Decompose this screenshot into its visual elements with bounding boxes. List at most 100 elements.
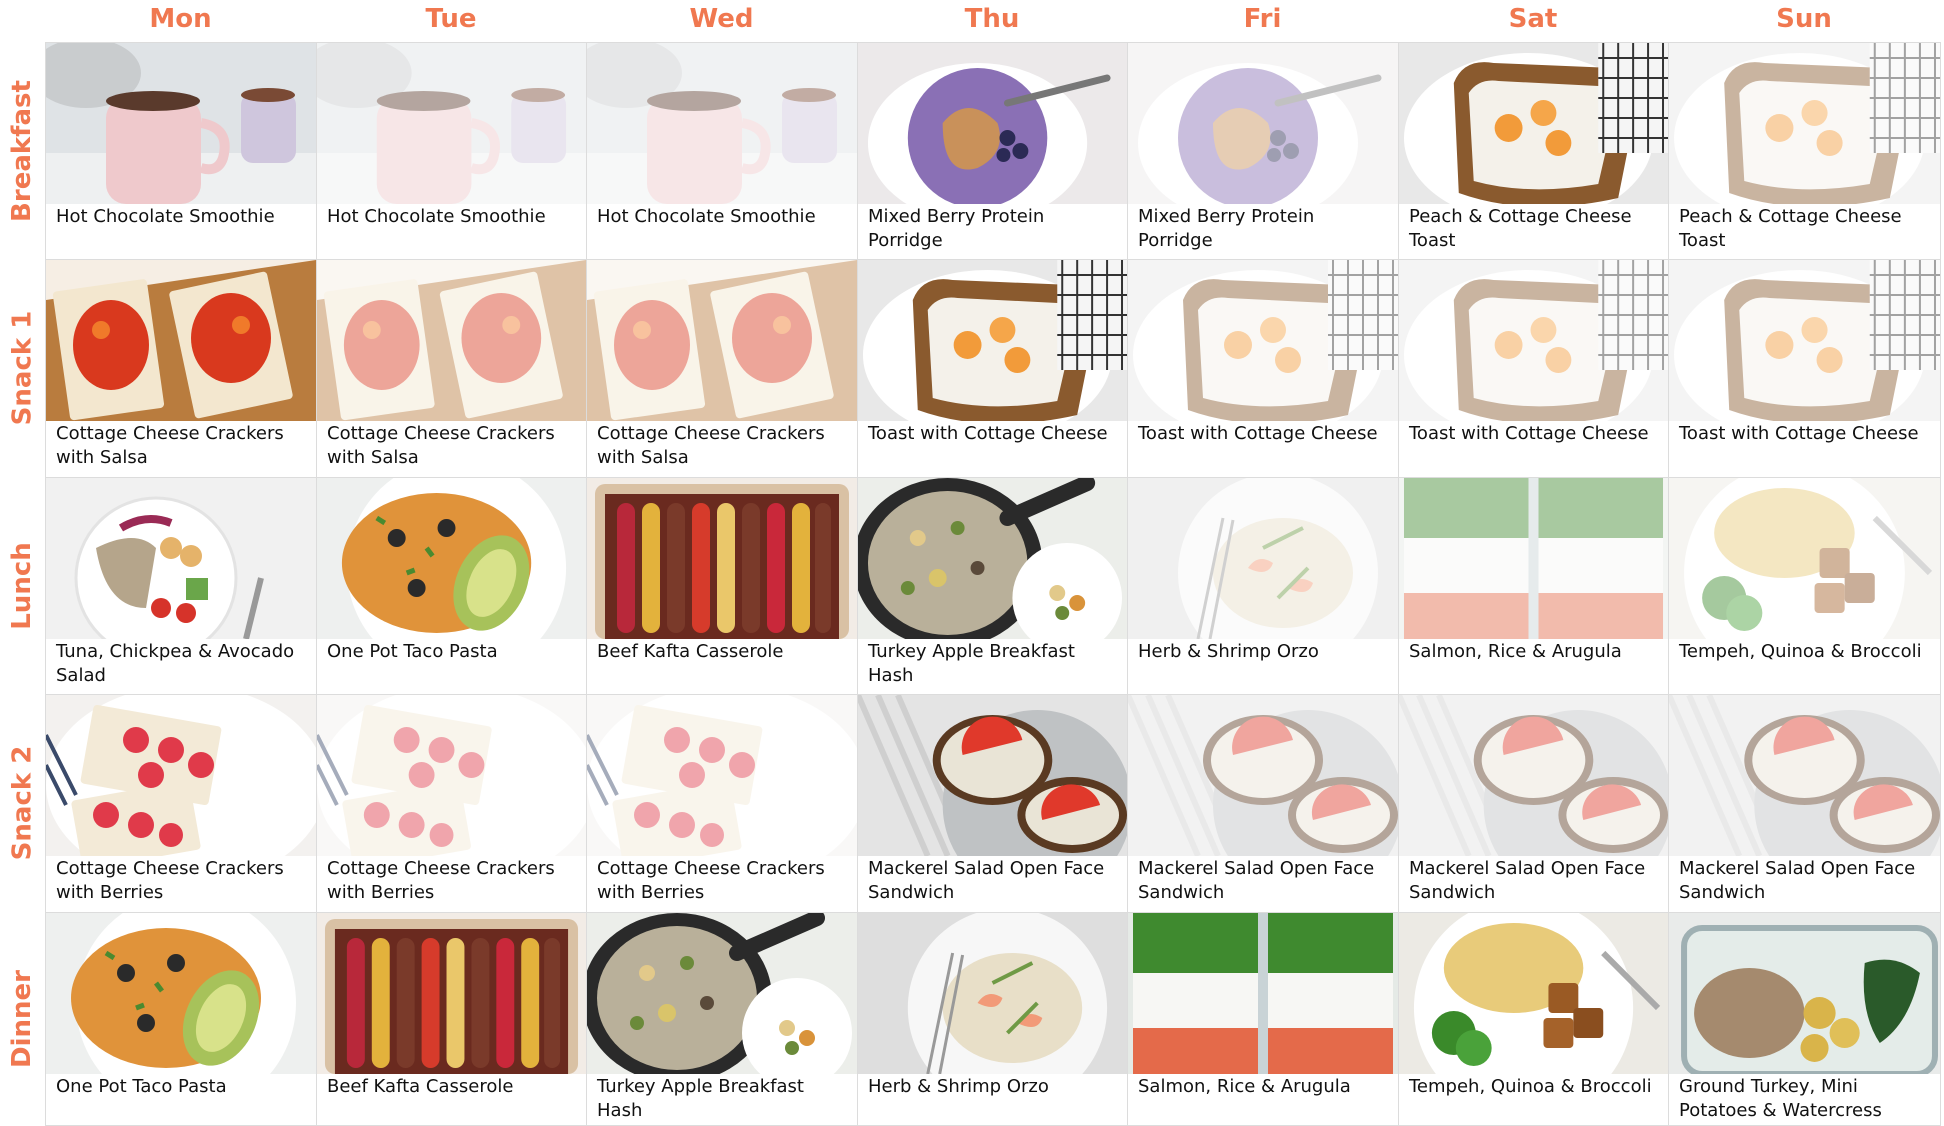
meal-title: Peach & Cottage Cheese Toast: [1409, 206, 1632, 251]
toast-icon: [1128, 260, 1398, 421]
meal-title: Hot Chocolate Smoothie: [56, 206, 275, 227]
meal-title: Mackerel Salad Open Face Sandwich: [1138, 858, 1375, 903]
meal-card[interactable]: One Pot Taco Pasta: [45, 912, 317, 1126]
meal-label-snack-1: Snack 1: [0, 259, 44, 477]
open-sandwich-icon: [1669, 695, 1940, 856]
orzo-plate-icon: [1128, 478, 1398, 639]
meal-card[interactable]: Turkey Apple Breakfast Hash: [586, 912, 858, 1126]
meal-prep-icon: [1128, 913, 1398, 1074]
meal-card[interactable]: Herb & Shrimp Orzo: [857, 912, 1128, 1126]
meal-card[interactable]: Herb & Shrimp Orzo: [1127, 477, 1399, 695]
toast-icon: [1399, 260, 1668, 421]
open-sandwich-icon: [858, 695, 1127, 856]
open-sandwich-icon: [1128, 695, 1398, 856]
berry-crackers-icon: [317, 695, 586, 856]
meal-title: Salmon, Rice & Arugula: [1409, 641, 1622, 662]
meal-card[interactable]: Cottage Cheese Crackers with Berries: [316, 694, 587, 913]
meal-card[interactable]: Mackerel Salad Open Face Sandwich: [1398, 694, 1669, 913]
meal-card[interactable]: Hot Chocolate Smoothie: [586, 42, 858, 260]
day-header-mon: Mon: [149, 4, 212, 34]
meal-card[interactable]: Ground Turkey, Mini Potatoes & Watercres…: [1668, 912, 1941, 1126]
meal-title: Mixed Berry Protein Porridge: [1138, 206, 1315, 251]
crackers-icon: [587, 260, 857, 421]
meal-label-text: Lunch: [7, 541, 38, 630]
meal-card[interactable]: Mixed Berry Protein Porridge: [1127, 42, 1399, 260]
casserole-icon: [587, 478, 857, 639]
day-header-tue: Tue: [425, 4, 477, 34]
meal-card[interactable]: Toast with Cottage Cheese: [857, 259, 1128, 478]
meal-title: Hot Chocolate Smoothie: [327, 206, 546, 227]
meal-card[interactable]: Mackerel Salad Open Face Sandwich: [857, 694, 1128, 913]
meal-label-lunch: Lunch: [0, 477, 44, 694]
meal-card[interactable]: Mackerel Salad Open Face Sandwich: [1668, 694, 1941, 913]
meal-title: Salmon, Rice & Arugula: [1138, 1076, 1351, 1097]
meal-label-text: Breakfast: [7, 79, 37, 222]
quinoa-plate-icon: [1669, 478, 1940, 639]
meal-card[interactable]: Cottage Cheese Crackers with Salsa: [316, 259, 587, 478]
meal-card[interactable]: Peach & Cottage Cheese Toast: [1398, 42, 1669, 260]
toast-icon: [1669, 260, 1940, 421]
meal-label-text: Dinner: [7, 969, 38, 1068]
mug-icon: [46, 43, 316, 204]
meal-card[interactable]: Mixed Berry Protein Porridge: [857, 42, 1128, 260]
meal-card[interactable]: Toast with Cottage Cheese: [1668, 259, 1941, 478]
pasta-plate-icon: [46, 913, 316, 1074]
meal-title: Peach & Cottage Cheese Toast: [1679, 206, 1902, 251]
salad-bowl-icon: [46, 478, 316, 639]
meal-card[interactable]: Hot Chocolate Smoothie: [316, 42, 587, 260]
meal-title: Herb & Shrimp Orzo: [868, 1076, 1049, 1097]
meal-title: Cottage Cheese Crackers with Salsa: [597, 423, 825, 468]
open-sandwich-icon: [1399, 695, 1668, 856]
toast-icon: [1399, 43, 1668, 204]
casserole-icon: [317, 913, 586, 1074]
berry-crackers-icon: [46, 695, 316, 856]
meal-label-dinner: Dinner: [0, 912, 44, 1125]
meal-card[interactable]: One Pot Taco Pasta: [316, 477, 587, 695]
meal-card[interactable]: Toast with Cottage Cheese: [1127, 259, 1399, 478]
meal-card[interactable]: Salmon, Rice & Arugula: [1127, 912, 1399, 1126]
toast-icon: [1669, 43, 1940, 204]
container-icon: [1669, 913, 1940, 1074]
meal-card[interactable]: Toast with Cottage Cheese: [1398, 259, 1669, 478]
meal-label-text: Snack 1: [7, 310, 38, 426]
meal-card[interactable]: Hot Chocolate Smoothie: [45, 42, 317, 260]
skillet-icon: [858, 478, 1127, 639]
meal-title: Hot Chocolate Smoothie: [597, 206, 816, 227]
day-header-wed: Wed: [689, 4, 754, 34]
meal-title: Toast with Cottage Cheese: [1679, 423, 1919, 444]
meal-card[interactable]: Beef Kafta Casserole: [316, 912, 587, 1126]
pasta-plate-icon: [317, 478, 586, 639]
meal-prep-icon: [1399, 478, 1668, 639]
day-header-fri: Fri: [1243, 4, 1282, 34]
meal-card[interactable]: Tuna, Chickpea & Avocado Salad: [45, 477, 317, 695]
meal-card[interactable]: Salmon, Rice & Arugula: [1398, 477, 1669, 695]
bowl-icon: [858, 43, 1127, 204]
meal-card[interactable]: Cottage Cheese Crackers with Berries: [45, 694, 317, 913]
meal-card[interactable]: Cottage Cheese Crackers with Salsa: [45, 259, 317, 478]
meal-title: Toast with Cottage Cheese: [868, 423, 1108, 444]
meal-title: Cottage Cheese Crackers with Berries: [56, 858, 284, 903]
meal-card[interactable]: Cottage Cheese Crackers with Berries: [586, 694, 858, 913]
meal-title: Tempeh, Quinoa & Broccoli: [1409, 1076, 1652, 1097]
meal-title: Beef Kafta Casserole: [327, 1076, 514, 1097]
meal-title: Turkey Apple Breakfast Hash: [868, 641, 1075, 686]
meal-title: Mixed Berry Protein Porridge: [868, 206, 1045, 251]
meal-card[interactable]: Tempeh, Quinoa & Broccoli: [1398, 912, 1669, 1126]
meal-card[interactable]: Beef Kafta Casserole: [586, 477, 858, 695]
meal-title: One Pot Taco Pasta: [56, 1076, 227, 1097]
crackers-icon: [46, 260, 316, 421]
meal-title: Ground Turkey, Mini Potatoes & Watercres…: [1679, 1076, 1882, 1121]
meal-card[interactable]: Tempeh, Quinoa & Broccoli: [1668, 477, 1941, 695]
meal-title: Tempeh, Quinoa & Broccoli: [1679, 641, 1922, 662]
day-header-sun: Sun: [1776, 4, 1832, 34]
meal-card[interactable]: Cottage Cheese Crackers with Salsa: [586, 259, 858, 478]
meal-card[interactable]: Mackerel Salad Open Face Sandwich: [1127, 694, 1399, 913]
meal-title: Toast with Cottage Cheese: [1409, 423, 1649, 444]
meal-title: Cottage Cheese Crackers with Salsa: [56, 423, 284, 468]
orzo-plate-icon: [858, 913, 1127, 1074]
mug-icon: [317, 43, 586, 204]
skillet-icon: [587, 913, 857, 1074]
meal-title: Mackerel Salad Open Face Sandwich: [1679, 858, 1916, 903]
meal-card[interactable]: Peach & Cottage Cheese Toast: [1668, 42, 1941, 260]
meal-card[interactable]: Turkey Apple Breakfast Hash: [857, 477, 1128, 695]
